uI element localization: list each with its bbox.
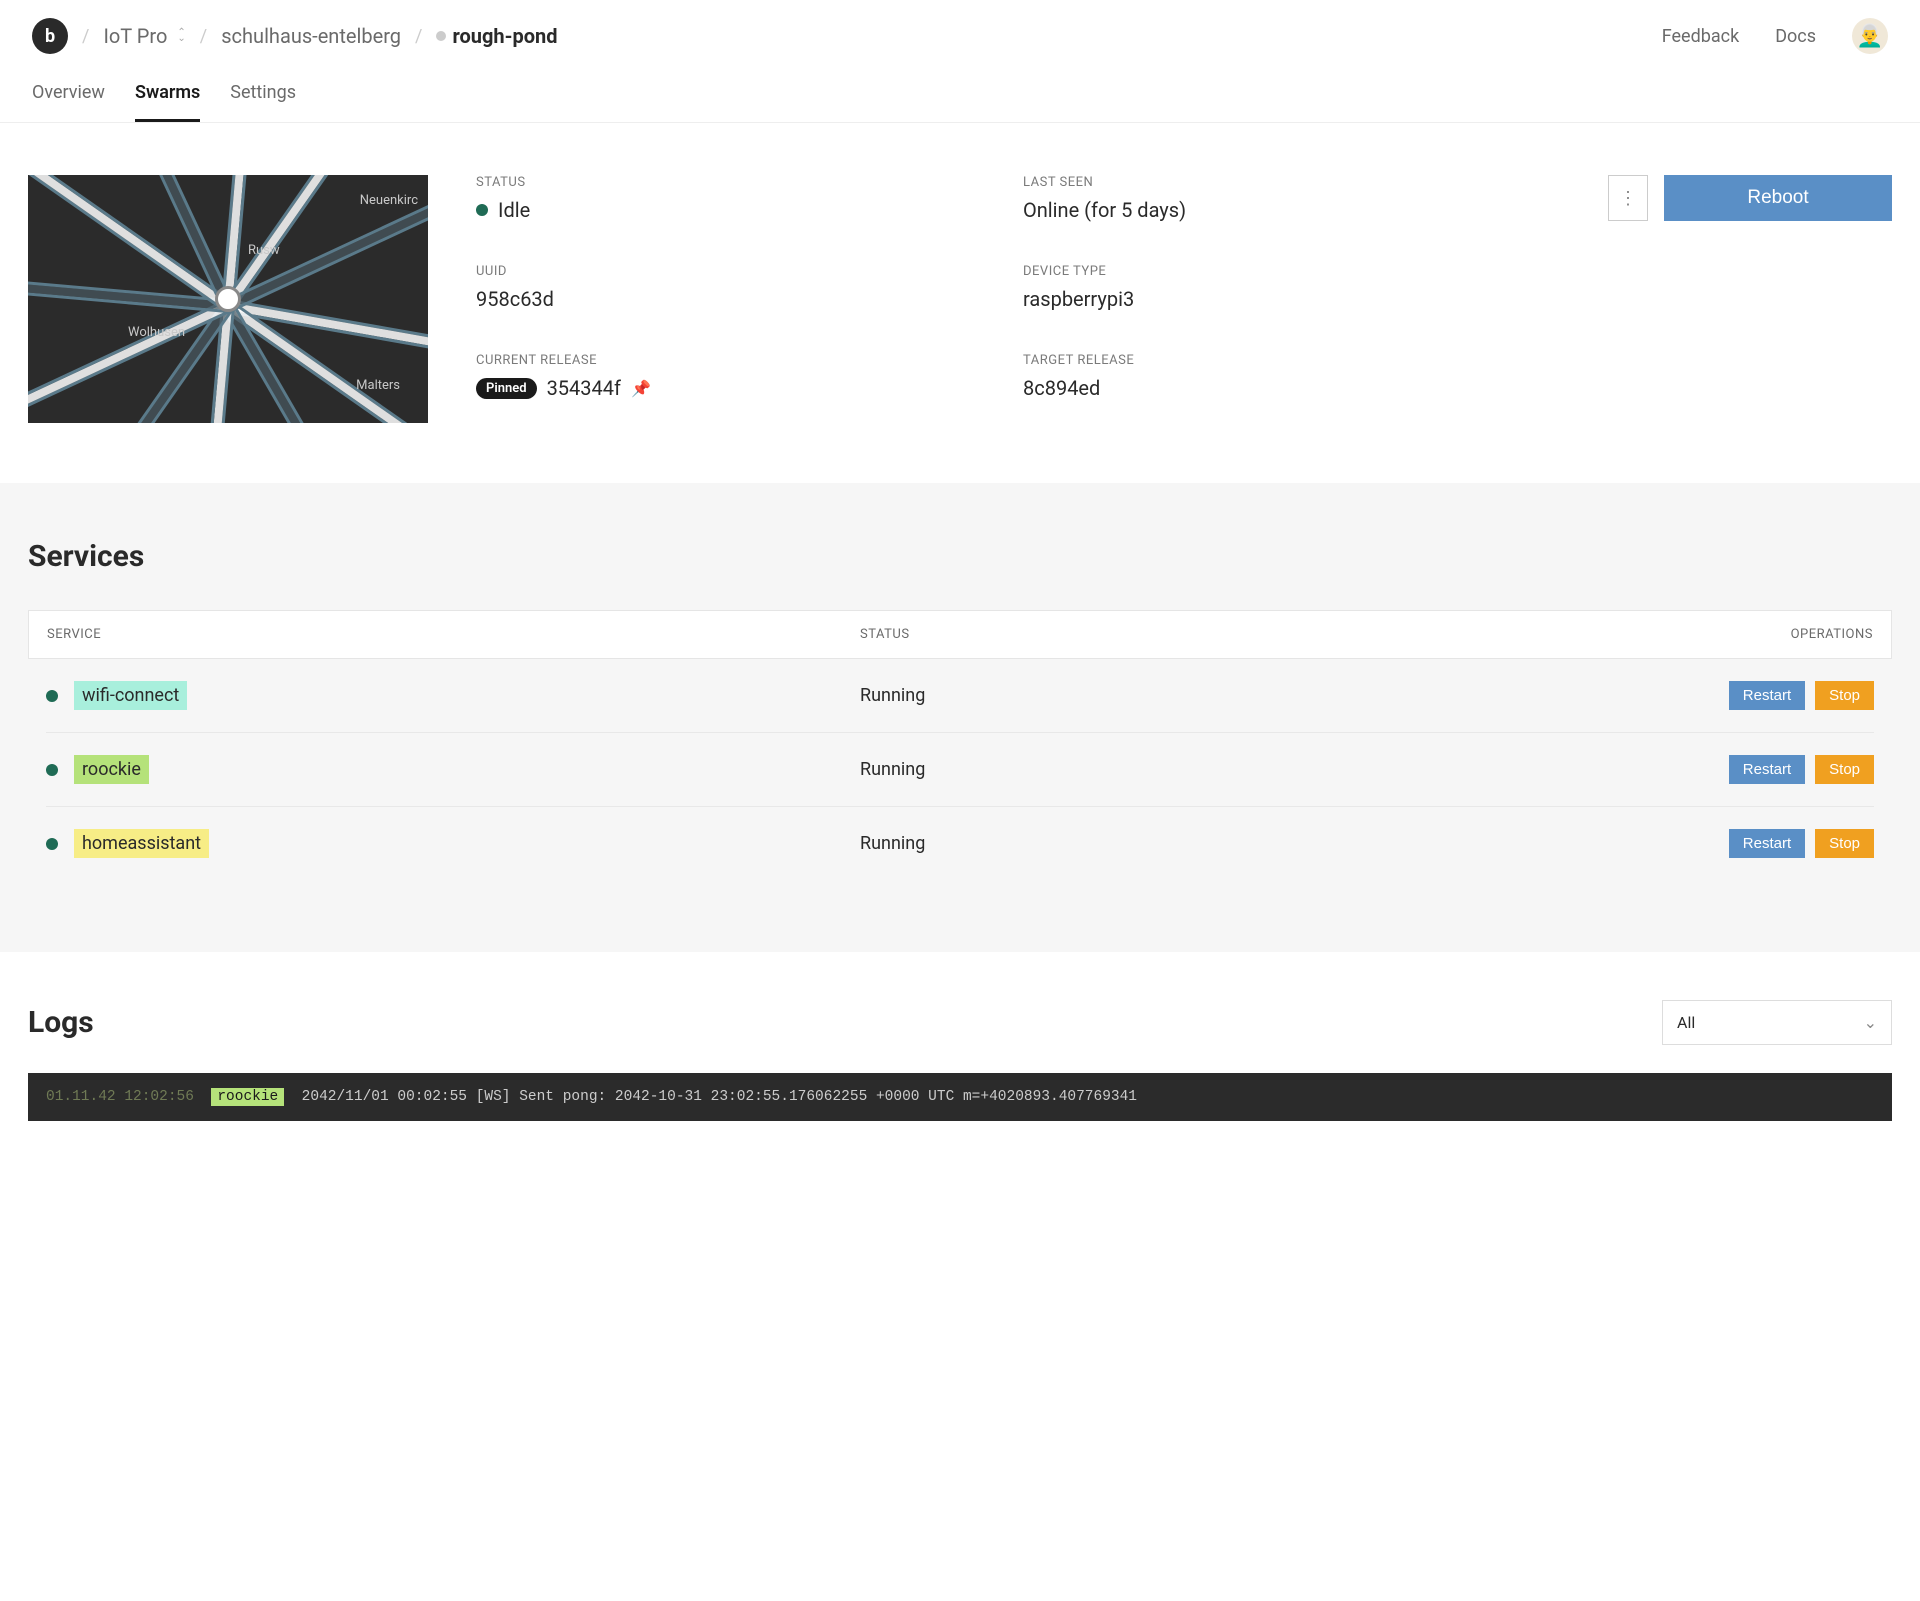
service-ops: Restart Stop (1674, 681, 1874, 710)
service-name[interactable]: homeassistant (74, 829, 209, 858)
device-dot-icon (436, 31, 446, 41)
service-name[interactable]: wifi-connect (74, 681, 187, 710)
kebab-icon: ⋮ (1619, 188, 1637, 209)
service-status-dot-icon (46, 690, 58, 702)
breadcrumb-device-label: rough-pond (452, 24, 557, 48)
service-name[interactable]: roockie (74, 755, 149, 784)
stop-button[interactable]: Stop (1815, 755, 1874, 784)
breadcrumb-device[interactable]: rough-pond (436, 24, 557, 48)
log-message: 2042/11/01 00:02:55 [WS] Sent pong: 2042… (302, 1089, 1137, 1105)
service-status: Running (860, 759, 1674, 780)
logs-filter-select[interactable]: All ⌄ (1662, 1000, 1892, 1045)
stop-button[interactable]: Stop (1815, 681, 1874, 710)
restart-button[interactable]: Restart (1729, 681, 1805, 710)
map-label: Rusw (248, 243, 280, 258)
log-service-tag: roockie (211, 1088, 284, 1106)
header-left: b / IoT Pro ⌃⌄ / schulhaus-entelberg / r… (32, 18, 558, 54)
logs-header: Logs All ⌄ (28, 1000, 1892, 1045)
current-release-label: CURRENT RELEASE (476, 353, 1013, 368)
header-right: Feedback Docs 👨‍🦳 (1662, 18, 1888, 54)
target-release-value: 8c894ed (1023, 376, 1560, 400)
pinned-badge: Pinned (476, 378, 537, 399)
uuid-label: UUID (476, 264, 1013, 279)
service-row: wifi-connect Running Restart Stop (46, 659, 1874, 733)
status-text: Idle (498, 198, 530, 222)
status-label: STATUS (476, 175, 1013, 190)
logs-filter-value: All (1677, 1013, 1695, 1032)
services-title: Services (28, 539, 1892, 574)
breadcrumb-sep: / (415, 26, 422, 47)
meta-target-release: TARGET RELEASE 8c894ed (1023, 353, 1560, 400)
breadcrumb-sep: / (200, 26, 207, 47)
services-head: SERVICE STATUS OPERATIONS (29, 611, 1891, 658)
last-seen-label: LAST SEEN (1023, 175, 1560, 190)
stop-button[interactable]: Stop (1815, 829, 1874, 858)
breadcrumb-org-label: IoT Pro (103, 24, 167, 48)
meta-current-release: CURRENT RELEASE Pinned 354344f 📌 (476, 353, 1013, 400)
restart-button[interactable]: Restart (1729, 755, 1805, 784)
breadcrumb-project[interactable]: schulhaus-entelberg (221, 24, 401, 48)
service-row: roockie Running Restart Stop (46, 733, 1874, 807)
current-release-value: Pinned 354344f 📌 (476, 376, 1013, 400)
device-map[interactable]: Neuenkirc Rusw Wolhusen Malters (28, 175, 428, 423)
app-logo[interactable]: b (32, 18, 68, 54)
breadcrumb-org[interactable]: IoT Pro ⌃⌄ (103, 24, 185, 48)
service-ops: Restart Stop (1674, 755, 1874, 784)
map-center-icon (215, 286, 241, 312)
pin-icon: 📌 (631, 379, 651, 398)
col-operations: OPERATIONS (1673, 627, 1873, 642)
services-table: SERVICE STATUS OPERATIONS (28, 610, 1892, 659)
meta-last-seen: LAST SEEN Online (for 5 days) (1023, 175, 1560, 222)
device-actions: ⋮ Reboot (1608, 175, 1892, 221)
services-section: Services SERVICE STATUS OPERATIONS wifi-… (0, 483, 1920, 952)
service-status-dot-icon (46, 764, 58, 776)
device-detail: Neuenkirc Rusw Wolhusen Malters STATUS I… (0, 123, 1920, 483)
current-release-hash: 354344f (547, 376, 621, 400)
tab-bar: Overview Swarms Settings (0, 72, 1920, 123)
log-timestamp: 01.11.42 12:02:56 (46, 1089, 194, 1105)
top-header: b / IoT Pro ⌃⌄ / schulhaus-entelberg / r… (0, 0, 1920, 72)
status-dot-icon (476, 204, 488, 216)
org-switch-icon[interactable]: ⌃⌄ (177, 30, 185, 42)
chevron-down-icon: ⌄ (1864, 1013, 1877, 1032)
col-service: SERVICE (47, 627, 860, 642)
logs-title: Logs (28, 1005, 94, 1040)
status-value: Idle (476, 198, 1013, 222)
service-status: Running (860, 685, 1674, 706)
map-label: Malters (356, 378, 400, 393)
tab-swarms[interactable]: Swarms (135, 72, 200, 122)
meta-device-type: DEVICE TYPE raspberrypi3 (1023, 264, 1560, 311)
reboot-button[interactable]: Reboot (1664, 175, 1892, 221)
breadcrumb-sep: / (82, 26, 89, 47)
service-name-cell: homeassistant (46, 829, 860, 858)
col-status: STATUS (860, 627, 1673, 642)
tab-overview[interactable]: Overview (32, 72, 105, 122)
feedback-link[interactable]: Feedback (1662, 26, 1739, 47)
map-label: Wolhusen (128, 325, 185, 340)
service-status: Running (860, 833, 1674, 854)
service-row: homeassistant Running Restart Stop (46, 807, 1874, 880)
meta-uuid: UUID 958c63d (476, 264, 1013, 311)
docs-link[interactable]: Docs (1775, 26, 1816, 47)
service-name-cell: wifi-connect (46, 681, 860, 710)
service-name-cell: roockie (46, 755, 860, 784)
services-body: wifi-connect Running Restart Stop roockie Run… (28, 659, 1892, 880)
tab-settings[interactable]: Settings (230, 72, 296, 122)
restart-button[interactable]: Restart (1729, 829, 1805, 858)
map-label: Neuenkirc (360, 193, 418, 208)
log-console[interactable]: 01.11.42 12:02:56 roockie 2042/11/01 00:… (28, 1073, 1892, 1121)
breadcrumb: / IoT Pro ⌃⌄ / schulhaus-entelberg / rou… (82, 24, 558, 48)
target-release-label: TARGET RELEASE (1023, 353, 1560, 368)
more-actions-button[interactable]: ⋮ (1608, 175, 1648, 221)
device-type-label: DEVICE TYPE (1023, 264, 1560, 279)
service-status-dot-icon (46, 838, 58, 850)
device-type-value: raspberrypi3 (1023, 287, 1560, 311)
logs-section: Logs All ⌄ 01.11.42 12:02:56 roockie 204… (0, 952, 1920, 1161)
service-ops: Restart Stop (1674, 829, 1874, 858)
avatar[interactable]: 👨‍🦳 (1852, 18, 1888, 54)
device-meta: STATUS Idle LAST SEEN Online (for 5 days… (476, 175, 1560, 400)
meta-status: STATUS Idle (476, 175, 1013, 222)
uuid-value: 958c63d (476, 287, 1013, 311)
last-seen-value: Online (for 5 days) (1023, 198, 1560, 222)
